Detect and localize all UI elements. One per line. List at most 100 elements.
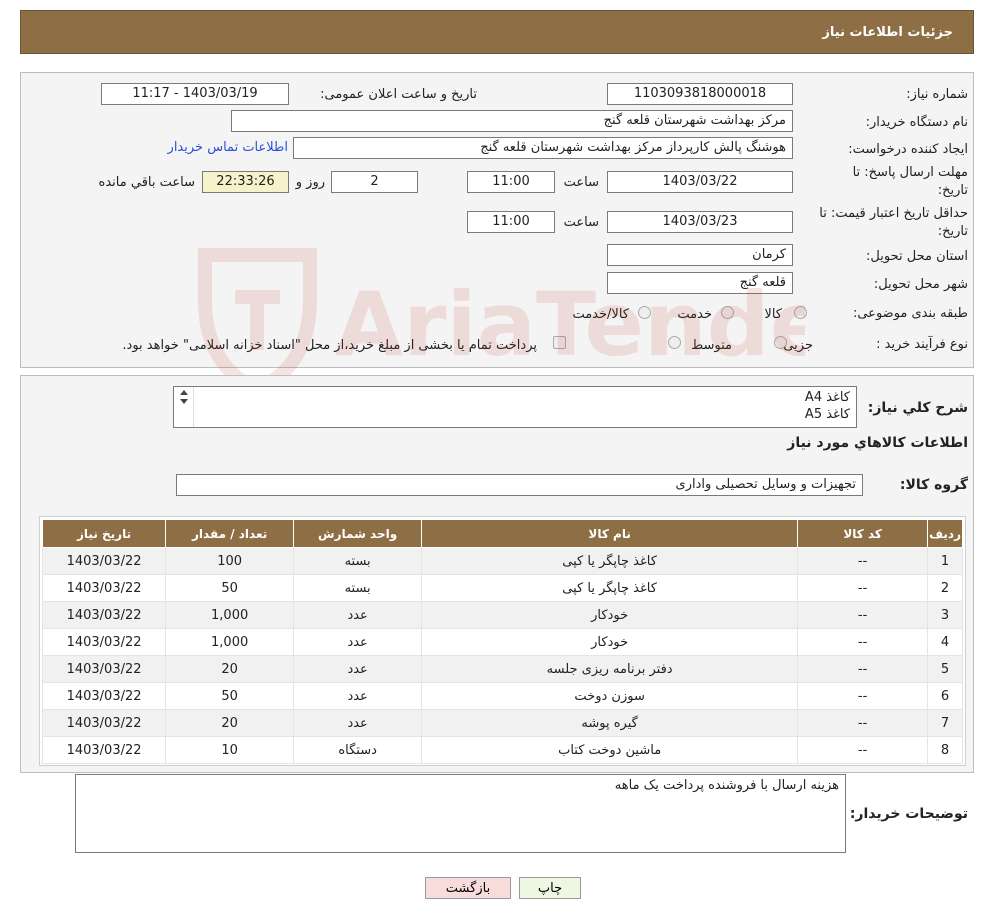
goods-section-title: اطلاعات کالاهاي مورد نیاز: [787, 435, 968, 451]
need-number-label: شماره نیاز:: [906, 87, 968, 102]
table-row: 4 -- خودکار عدد 1,000 1403/03/22: [41, 628, 963, 656]
cell-need-date: 1403/03/22: [41, 682, 167, 710]
cell-row-number: 1: [927, 547, 963, 575]
cell-item-name: کاغذ چاپگر یا کپی: [421, 574, 799, 602]
cell-quantity: 10: [165, 736, 295, 764]
cell-row-number: 2: [927, 574, 963, 602]
province-label: استان محل تحویل:: [866, 249, 968, 264]
goods-table-header: ردیف کد کالا نام کالا واحد شمارش تعداد /…: [41, 519, 963, 548]
goods-group-field: تجهیزات و وسایل تحصیلی واداری: [176, 474, 863, 496]
table-row: 3 -- خودکار عدد 1,000 1403/03/22: [41, 601, 963, 629]
category-label: طبقه بندی موضوعی:: [852, 306, 968, 321]
description-line: کاغذ A4: [804, 390, 850, 405]
cell-quantity: 20: [165, 655, 295, 683]
validity-time-label: ساعت: [563, 215, 599, 230]
scroll-down-icon: [180, 399, 188, 404]
deadline-date-field: 1403/03/22: [607, 171, 793, 193]
cell-item-code: --: [797, 574, 929, 602]
cell-item-name: خودکار: [421, 601, 799, 629]
deadline-time-field: 11:00: [467, 171, 555, 193]
buyer-contact-link[interactable]: اطلاعات تماس خریدار: [168, 140, 288, 155]
col-header-unit: واحد شمارش: [293, 519, 423, 548]
cell-need-date: 1403/03/22: [41, 574, 167, 602]
table-row: 7 -- گیره پوشه عدد 20 1403/03/22: [41, 709, 963, 737]
creator-field: هوشنگ پالش کارپرداز مرکز بهداشت شهرستان …: [293, 137, 793, 159]
cell-need-date: 1403/03/22: [41, 601, 167, 629]
cell-unit: عدد: [293, 601, 423, 629]
table-row: 6 -- سوزن دوخت عدد 50 1403/03/22: [41, 682, 963, 710]
page-title: جزئیات اطلاعات نیاز: [822, 24, 953, 40]
table-row: 8 -- ماشین دوخت کتاب دستگاه 10 1403/03/22: [41, 736, 963, 764]
buyer-org-label: نام دستگاه خریدار:: [865, 115, 968, 130]
validity-label-line2: تاریخ:: [937, 224, 968, 239]
days-label: روز و: [295, 175, 325, 190]
cell-item-code: --: [797, 709, 929, 737]
remaining-label: ساعت باقي مانده: [98, 175, 195, 190]
col-header-quantity: تعداد / مقدار: [165, 519, 295, 548]
category-radio-service[interactable]: [721, 306, 734, 319]
cell-item-code: --: [797, 736, 929, 764]
cell-need-date: 1403/03/22: [41, 736, 167, 764]
cell-unit: دستگاه: [293, 736, 423, 764]
cell-item-code: --: [797, 682, 929, 710]
cell-unit: بسته: [293, 574, 423, 602]
need-number-field: 1103093818000018: [607, 83, 793, 105]
cell-item-name: کاغذ چاپگر یا کپی: [421, 547, 799, 575]
process-option-medium: متوسط: [691, 338, 732, 353]
cell-quantity: 50: [165, 574, 295, 602]
back-button[interactable]: بازگشت: [425, 877, 511, 899]
buyer-org-field: مرکز بهداشت شهرستان قلعه گنج: [231, 110, 793, 132]
city-label: شهر محل تحویل:: [873, 277, 968, 292]
cell-need-date: 1403/03/22: [41, 655, 167, 683]
treasury-checkbox[interactable]: [553, 336, 566, 349]
description-textarea[interactable]: کاغذ A4 کاغذ A5: [173, 386, 857, 428]
goods-table-wrapper: ردیف کد کالا نام کالا واحد شمارش تعداد /…: [39, 516, 966, 766]
announce-datetime-field: 1403/03/19 - 11:17: [101, 83, 289, 105]
process-radio-medium[interactable]: [668, 336, 681, 349]
category-option-goods: کالا: [764, 307, 782, 322]
validity-date-field: 1403/03/23: [607, 211, 793, 233]
category-option-service: خدمت: [677, 307, 712, 322]
col-header-row: ردیف: [927, 519, 963, 548]
print-button[interactable]: چاپ: [519, 877, 581, 899]
cell-item-name: ماشین دوخت کتاب: [421, 736, 799, 764]
goods-table: ردیف کد کالا نام کالا واحد شمارش تعداد /…: [41, 519, 963, 764]
cell-item-name: گیره پوشه: [421, 709, 799, 737]
col-header-name: نام کالا: [421, 519, 799, 548]
table-row: 2 -- کاغذ چاپگر یا کپی بسته 50 1403/03/22: [41, 574, 963, 602]
cell-row-number: 7: [927, 709, 963, 737]
cell-row-number: 5: [927, 655, 963, 683]
cell-item-code: --: [797, 628, 929, 656]
category-radio-goods[interactable]: [794, 306, 807, 319]
category-radio-goods-service[interactable]: [638, 306, 651, 319]
cell-quantity: 50: [165, 682, 295, 710]
goods-table-body: 1 -- کاغذ چاپگر یا کپی بسته 100 1403/03/22 2 --…: [41, 547, 963, 764]
description-line: کاغذ A5: [804, 407, 850, 422]
validity-time-field: 11:00: [467, 211, 555, 233]
cell-item-code: --: [797, 547, 929, 575]
cell-unit: عدد: [293, 655, 423, 683]
textarea-scrollbar[interactable]: [174, 387, 194, 427]
deadline-time-label: ساعت: [563, 175, 599, 190]
category-option-goods-service: کالا/خدمت: [572, 307, 629, 322]
days-remaining-field: 2: [331, 171, 418, 193]
cell-quantity: 20: [165, 709, 295, 737]
cell-unit: عدد: [293, 628, 423, 656]
cell-item-name: خودکار: [421, 628, 799, 656]
province-field: کرمان: [607, 244, 793, 266]
cell-row-number: 8: [927, 736, 963, 764]
cell-unit: بسته: [293, 547, 423, 575]
buyer-notes-label: توضیحات خریدار:: [849, 806, 968, 822]
process-note: پرداخت تمام یا بخشی از مبلغ خرید،از محل …: [122, 338, 537, 353]
cell-item-code: --: [797, 601, 929, 629]
cell-item-name: سوزن دوخت: [421, 682, 799, 710]
buyer-notes-textarea[interactable]: هزینه ارسال با فروشنده پرداخت یک ماهه: [75, 774, 846, 853]
cell-item-code: --: [797, 655, 929, 683]
process-option-minor: جزیی: [783, 338, 813, 353]
announce-label: تاریخ و ساعت اعلان عمومی:: [320, 87, 477, 102]
table-row: 1 -- کاغذ چاپگر یا کپی بسته 100 1403/03/22: [41, 547, 963, 575]
description-label: شرح کلي نیاز:: [867, 400, 968, 416]
process-label: نوع فرآیند خرید :: [876, 337, 968, 352]
goods-group-label: گروه کالا:: [899, 477, 968, 493]
cell-item-name: دفتر برنامه ریزی جلسه: [421, 655, 799, 683]
